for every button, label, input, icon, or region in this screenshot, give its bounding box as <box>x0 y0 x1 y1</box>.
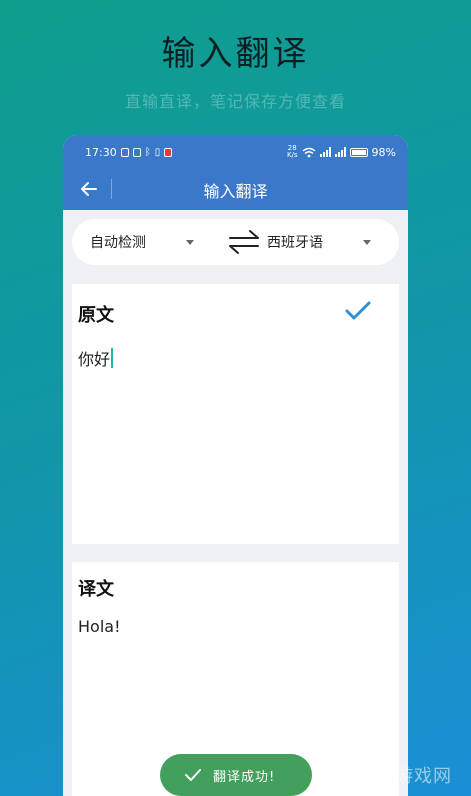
battery-icon <box>349 147 368 157</box>
swap-arrows-icon[interactable] <box>228 229 260 255</box>
notification-icon <box>132 147 141 157</box>
target-language-label: 西班牙语 <box>267 235 323 251</box>
promo-title: 输入翻译 <box>161 34 310 74</box>
source-label: 原文 <box>78 305 114 326</box>
source-text-card: 原文 你好 <box>72 284 399 544</box>
back-arrow-icon[interactable] <box>78 178 100 200</box>
status-bar: 17:30 ᛒ ▯ 28 K/s 98% <box>63 135 408 169</box>
network-speed: 28 K/s <box>286 144 298 159</box>
signal-icon <box>319 147 331 157</box>
vibrate-icon: ▯ <box>154 146 161 158</box>
chevron-down-icon <box>363 240 371 245</box>
app-bar: 17:30 ᛒ ▯ 28 K/s 98% 输入翻译 <box>63 135 408 210</box>
success-toast: 翻译成功! <box>160 754 312 796</box>
checkmark-icon[interactable] <box>345 300 371 322</box>
target-language-select[interactable]: 西班牙语 <box>267 233 377 251</box>
wifi-icon <box>302 147 315 157</box>
page-title: 输入翻译 <box>203 181 268 201</box>
source-input-text: 你好 <box>78 350 111 369</box>
phone-screen: 17:30 ᛒ ▯ 28 K/s 98% 输入翻译 自动检测 西班牙语 原文 你… <box>63 135 408 796</box>
toast-message: 翻译成功! <box>213 770 276 785</box>
promo-subtitle: 直输直译，笔记保存方便查看 <box>124 92 346 111</box>
language-bar: 自动检测 西班牙语 <box>72 219 399 265</box>
text-cursor <box>111 348 114 368</box>
notification-icon <box>120 147 129 157</box>
toolbar-divider <box>111 179 112 199</box>
source-language-label: 自动检测 <box>90 235 146 251</box>
watermark: 周四游戏网 <box>357 766 452 787</box>
source-language-select[interactable]: 自动检测 <box>90 233 200 251</box>
translation-label: 译文 <box>78 579 114 600</box>
chevron-down-icon <box>186 240 194 245</box>
bluetooth-icon: ᛒ <box>144 146 151 158</box>
toolbar: 输入翻译 <box>63 169 408 210</box>
battery-level: 98% <box>371 145 396 159</box>
source-input[interactable]: 你好 <box>78 346 114 370</box>
checkmark-icon <box>185 769 201 781</box>
app-notification-icon <box>164 147 173 157</box>
signal-icon <box>334 147 346 157</box>
translation-output: Hola! <box>78 617 121 636</box>
status-time: 17:30 <box>85 145 117 159</box>
